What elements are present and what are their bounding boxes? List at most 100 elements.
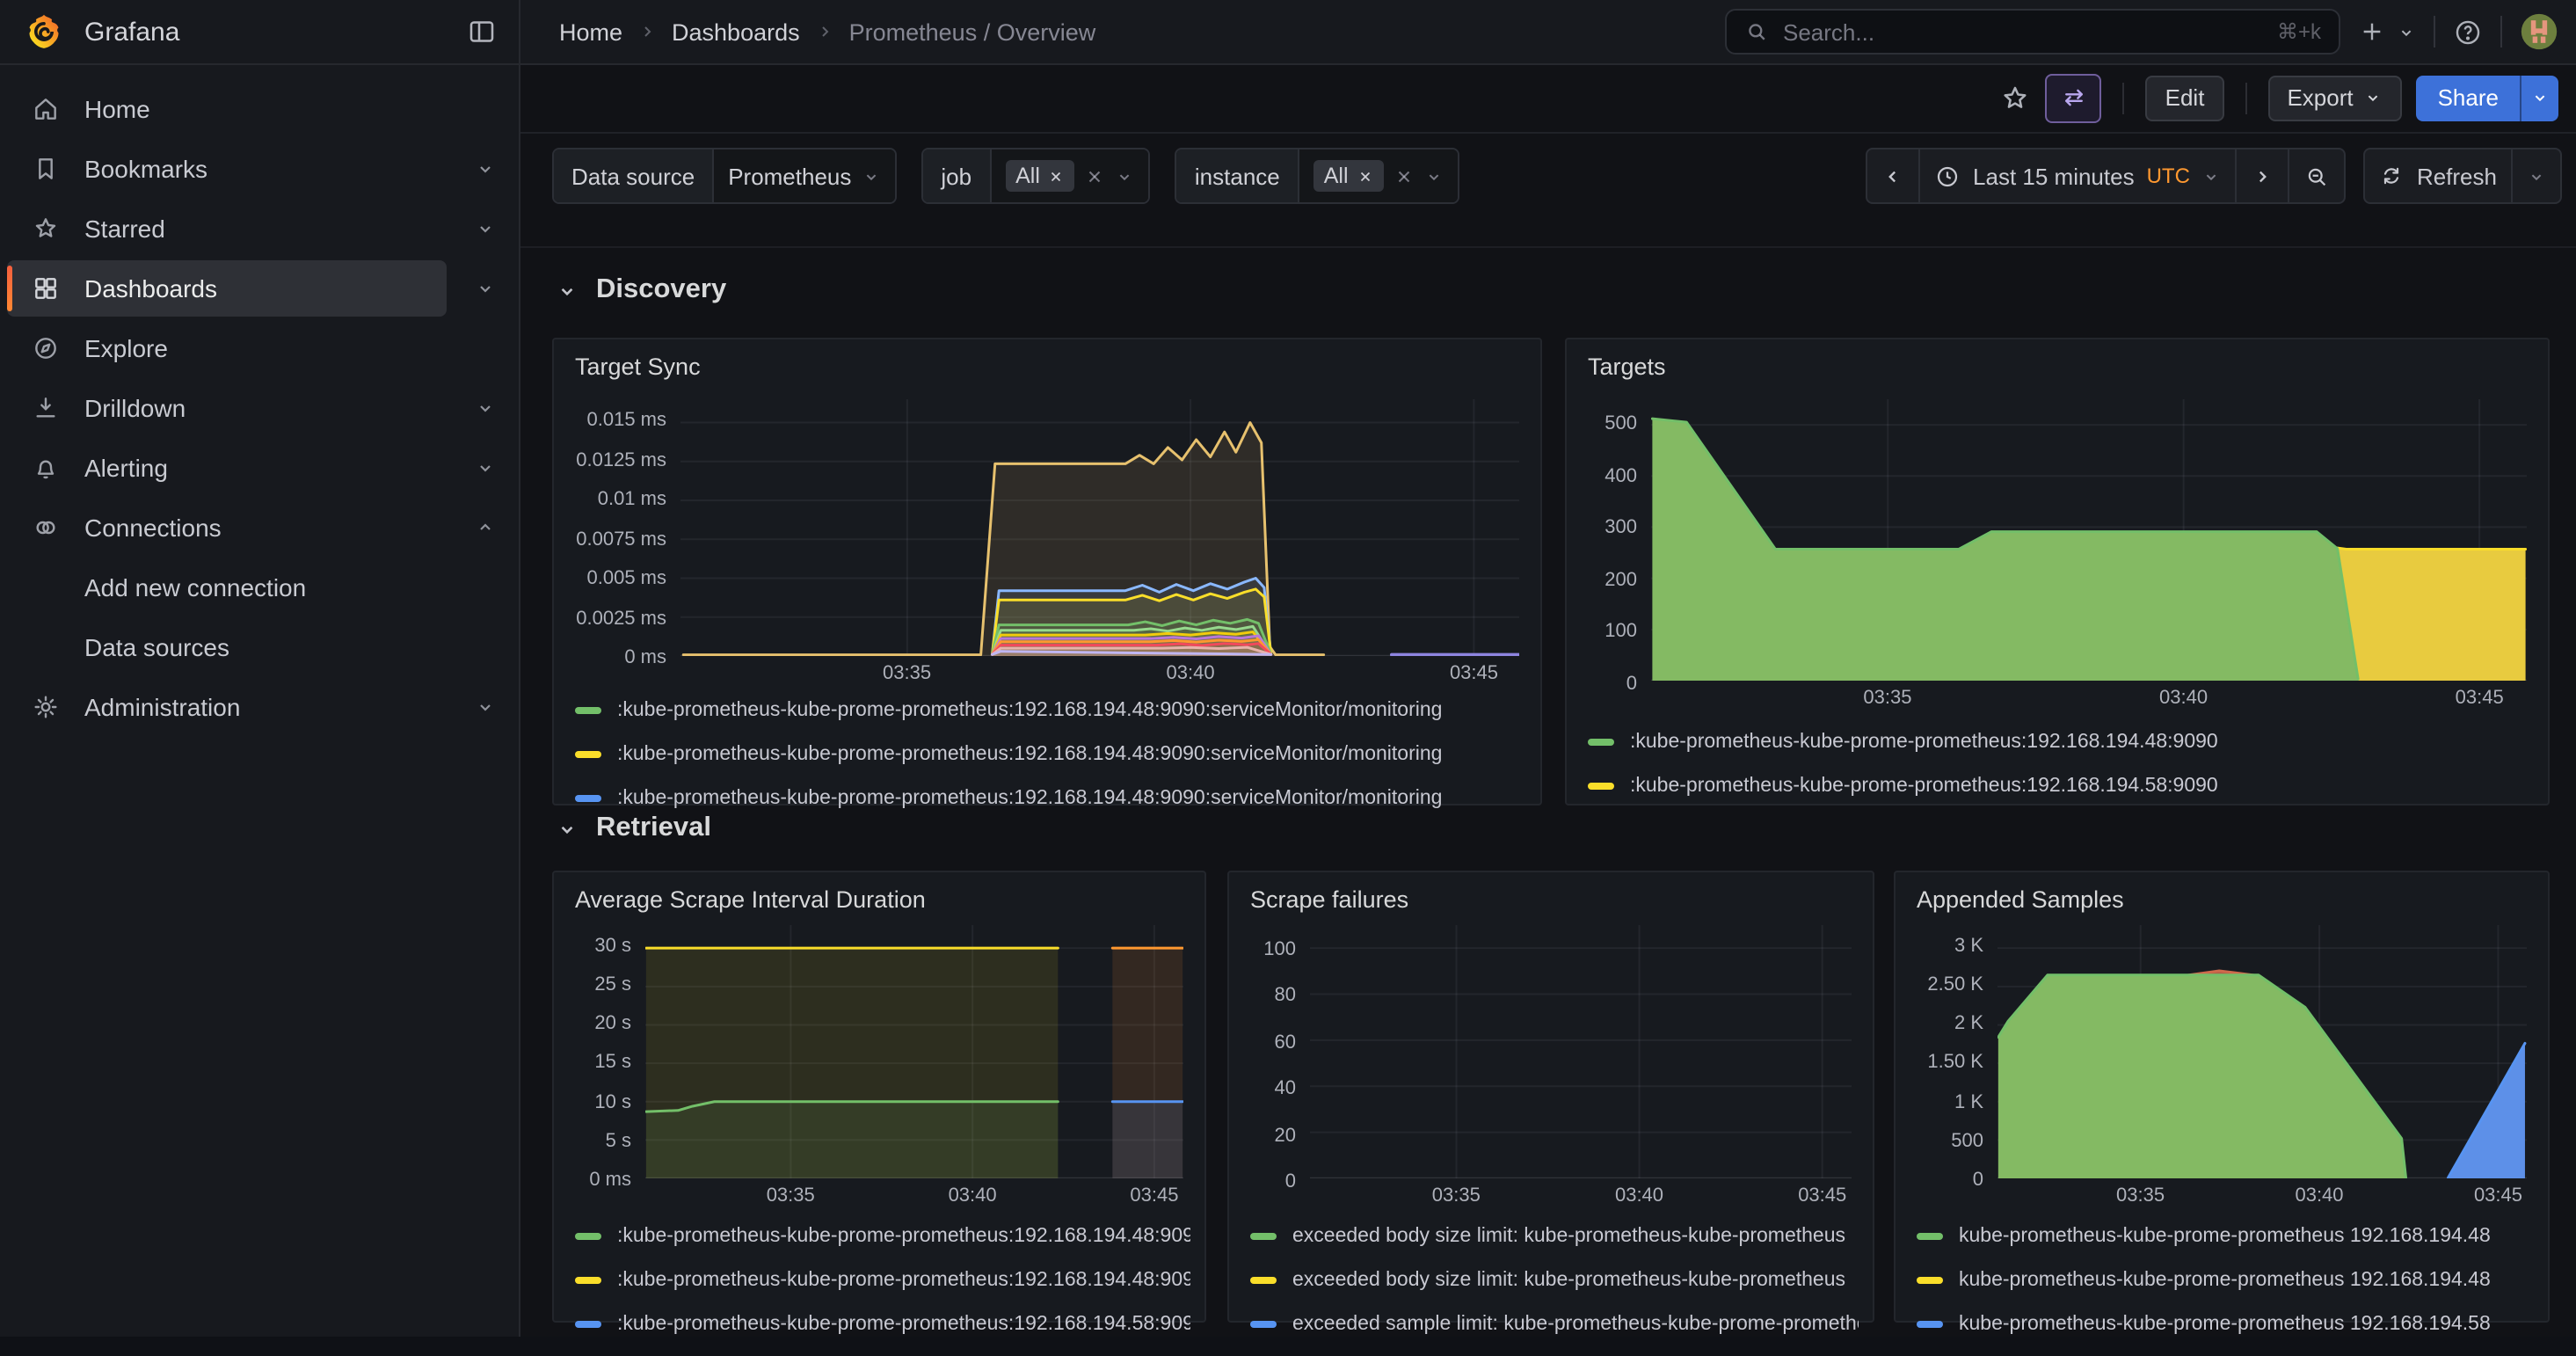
dashboards-icon (32, 274, 60, 303)
target-sync-plot[interactable] (680, 399, 1519, 656)
divider (2434, 16, 2435, 47)
export-button[interactable]: Export (2267, 75, 2402, 120)
chevron-down-icon[interactable] (468, 689, 503, 725)
top-nav-bar: Grafana Home Dashboards Prometheus / Ove… (0, 0, 2576, 65)
job-chip[interactable]: All (1005, 160, 1075, 192)
legend-item[interactable]: :kube-prometheus-kube-prome-prometheus:1… (575, 1224, 1190, 1249)
chevron-down-icon[interactable] (468, 271, 503, 306)
series-color-swatch (1250, 1277, 1277, 1285)
scrape-failures-plot[interactable] (1310, 925, 1852, 1178)
panel-scrape-failures: Scrape failures 100806040200 03:35 03:40… (1227, 871, 1874, 1323)
search-shortcut: ⌘+k (2277, 19, 2321, 44)
time-back-button[interactable] (1867, 149, 1918, 202)
chevron-down-icon (862, 166, 881, 186)
refresh-button[interactable]: Refresh (2366, 149, 2511, 202)
legend-item[interactable]: :kube-prometheus-kube-prome-prometheus:1… (575, 786, 1526, 811)
sidebar-item-administration[interactable]: Administration (7, 679, 447, 735)
series-color-swatch (575, 795, 601, 803)
legend-item[interactable]: :kube-prometheus-kube-prome-prometheus:1… (1588, 730, 2534, 755)
legend-item[interactable]: exceeded body size limit: kube-prometheu… (1250, 1224, 1859, 1249)
legend-item[interactable]: kube-prometheus-kube-prome-prometheus 19… (1917, 1312, 2534, 1337)
chevron-down-icon[interactable] (468, 151, 503, 186)
timezone-label: UTC (2147, 164, 2190, 188)
time-range-picker[interactable]: Last 15 minutes UTC (1918, 149, 2236, 202)
chevron-down-icon (1116, 166, 1135, 186)
legend-label: :kube-prometheus-kube-prome-prometheus:1… (617, 744, 1526, 765)
clear-icon[interactable] (1086, 166, 1105, 186)
old-new-toggle-button[interactable] (2046, 73, 2102, 122)
instance-select[interactable]: All (1299, 149, 1458, 202)
panel-target-sync: Target Sync 0.015 ms0.0125 ms0.01 ms0.00… (552, 338, 1542, 806)
legend-item[interactable]: exceeded sample limit: kube-prometheus-k… (1250, 1312, 1859, 1337)
sidebar-item-data-sources[interactable]: Data sources (7, 619, 447, 675)
datasource-select[interactable]: Prometheus (714, 149, 895, 202)
chevron-down-icon[interactable] (468, 390, 503, 426)
legend-label: exceeded body size limit: kube-prometheu… (1292, 1270, 1859, 1291)
sidebar-item-starred[interactable]: Starred (7, 200, 447, 257)
section-title: Retrieval (596, 813, 711, 844)
sidebar-item-bookmarks[interactable]: Bookmarks (7, 141, 447, 197)
edit-button[interactable]: Edit (2146, 75, 2224, 120)
legend-label: :kube-prometheus-kube-prome-prometheus:1… (1630, 776, 2534, 797)
favorite-star-icon[interactable] (2000, 82, 2032, 113)
instance-chip[interactable]: All (1313, 160, 1384, 192)
add-new-icon[interactable] (2358, 18, 2386, 46)
chevron-up-icon[interactable] (468, 510, 503, 545)
series-color-swatch (575, 1233, 601, 1241)
clear-icon[interactable] (1394, 166, 1414, 186)
breadcrumb-home[interactable]: Home (559, 18, 622, 45)
close-icon[interactable] (1357, 168, 1373, 184)
targets-plot[interactable] (1651, 399, 2527, 681)
x-axis: 03:35 03:40 03:45 (680, 663, 1519, 691)
close-icon[interactable] (1049, 168, 1065, 184)
legend-item[interactable]: :kube-prometheus-kube-prome-prometheus:1… (575, 1312, 1190, 1337)
series-color-swatch (1250, 1321, 1277, 1329)
connections-icon (32, 514, 60, 542)
add-new-chevron-icon[interactable] (2397, 22, 2416, 41)
breadcrumb-dashboards[interactable]: Dashboards (672, 18, 800, 45)
dashboard-main: Edit Export Share Data source Prometheus… (520, 63, 2576, 1337)
chevron-left-icon (1881, 164, 1904, 187)
legend-item[interactable]: kube-prometheus-kube-prome-prometheus 19… (1917, 1268, 2534, 1293)
share-button[interactable]: Share (2417, 75, 2520, 120)
series-color-swatch (575, 1277, 601, 1285)
series-color-swatch (1917, 1233, 1943, 1241)
appended-samples-plot[interactable] (1997, 925, 2527, 1178)
chevron-down-icon[interactable] (468, 211, 503, 246)
search-input[interactable]: Search... ⌘+k (1725, 9, 2340, 55)
chevron-down-icon (2530, 88, 2550, 107)
sidebar-item-add-new-connection[interactable]: Add new connection (7, 559, 447, 616)
help-icon[interactable] (2453, 17, 2483, 47)
legend-item[interactable]: :kube-prometheus-kube-prome-prometheus:1… (1588, 774, 2534, 798)
breadcrumb-separator-icon (814, 21, 835, 42)
legend-item[interactable]: :kube-prometheus-kube-prome-prometheus:1… (575, 698, 1526, 723)
refresh-interval-dropdown[interactable] (2511, 149, 2560, 202)
time-forward-button[interactable] (2236, 149, 2289, 202)
sidebar-item-alerting[interactable]: Alerting (7, 440, 447, 496)
swap-arrows-icon (2061, 84, 2087, 111)
mega-menu-toggle-icon[interactable] (466, 16, 498, 47)
job-select[interactable]: All (991, 149, 1149, 202)
user-avatar[interactable] (2520, 12, 2558, 51)
sidebar-item-home[interactable]: Home (7, 81, 447, 137)
chevron-down-icon (2364, 88, 2383, 107)
legend-item[interactable]: kube-prometheus-kube-prome-prometheus 19… (1917, 1224, 2534, 1249)
share-dropdown-button[interactable] (2520, 75, 2558, 120)
avg-scrape-plot[interactable] (645, 925, 1183, 1178)
sidebar-item-explore[interactable]: Explore (7, 320, 447, 376)
x-axis: 03:35 03:40 03:45 (1651, 688, 2527, 716)
legend-item[interactable]: :kube-prometheus-kube-prome-prometheus:1… (575, 742, 1526, 767)
legend-item[interactable]: :kube-prometheus-kube-prome-prometheus:1… (575, 1268, 1190, 1293)
dashboard-controls: Data source Prometheus job All instance … (552, 148, 2562, 204)
dashboard-toolbar: Edit Export Share (520, 63, 2576, 134)
chevron-down-icon[interactable] (468, 450, 503, 485)
job-chip-value: All (1015, 164, 1040, 188)
section-retrieval[interactable]: Retrieval (556, 813, 711, 844)
section-discovery[interactable]: Discovery (556, 274, 726, 306)
sidebar-item-connections[interactable]: Connections (7, 499, 447, 556)
legend-item[interactable]: exceeded body size limit: kube-prometheu… (1250, 1268, 1859, 1293)
sidebar-item-dashboards[interactable]: Dashboards (7, 260, 447, 317)
panel-title: Targets (1588, 354, 1666, 380)
sidebar-item-drilldown[interactable]: Drilldown (7, 380, 447, 436)
zoom-out-button[interactable] (2289, 149, 2345, 202)
